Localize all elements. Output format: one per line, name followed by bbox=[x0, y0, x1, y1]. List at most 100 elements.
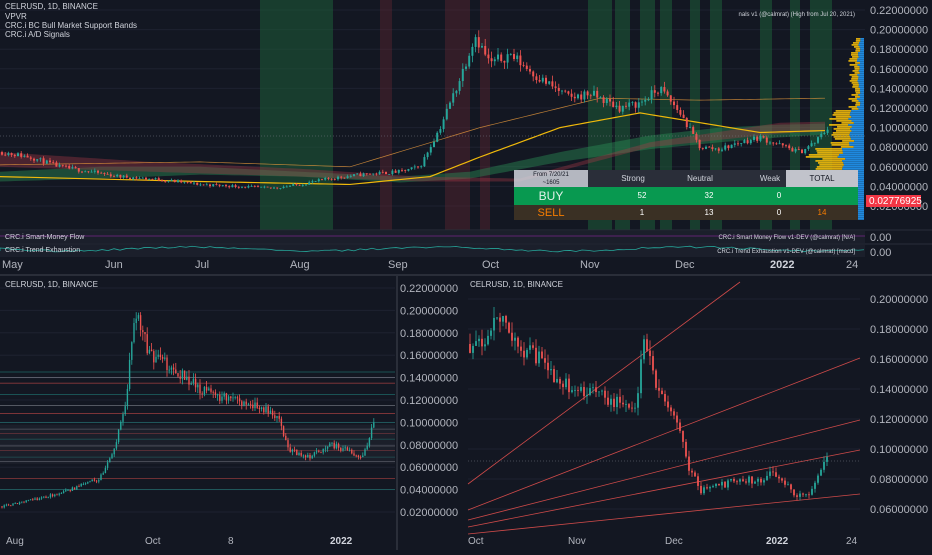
br-candle-66 bbox=[667, 401, 669, 408]
main-candle-104 bbox=[333, 179, 336, 180]
br-candle-55 bbox=[634, 407, 636, 409]
main-candle-45 bbox=[145, 177, 147, 180]
bl-candle-98 bbox=[216, 394, 219, 396]
main-candle-159 bbox=[509, 54, 512, 55]
br-candle-108 bbox=[793, 489, 795, 496]
vp-bar-blue-80 bbox=[857, 80, 864, 82]
main-chart-panel[interactable]: From 7/20/21 ~1605 Strong Neutral Weak T… bbox=[0, 0, 932, 271]
main-candle-198 bbox=[634, 102, 637, 108]
br-candle-111 bbox=[802, 493, 804, 495]
main-candle-176 bbox=[564, 90, 567, 92]
bl-candle-163 bbox=[359, 457, 362, 458]
br-symbol-title[interactable]: CELRUSD, 1D, BINANCE bbox=[470, 280, 563, 289]
main-candle-6 bbox=[20, 153, 23, 157]
main-candle-185 bbox=[593, 90, 595, 96]
br-candle-14 bbox=[511, 332, 513, 341]
main-candle-69 bbox=[221, 185, 224, 186]
bl-candle-56 bbox=[124, 406, 126, 415]
br-time-tick-3: 2022 bbox=[766, 536, 789, 547]
main-candle-257 bbox=[823, 132, 826, 134]
bl-candle-67 bbox=[148, 349, 151, 354]
bl-symbol-title[interactable]: CELRUSD, 1D, BINANCE bbox=[5, 280, 98, 289]
main-candle-178 bbox=[570, 93, 573, 97]
bl-candle-38 bbox=[84, 483, 87, 485]
indicator-bull-bands[interactable]: CRC.i BC Bull Market Support Bands bbox=[5, 21, 137, 30]
main-candle-82 bbox=[263, 186, 266, 188]
bl-price-tick-1: 0.20000000 bbox=[400, 305, 458, 317]
indicator-vpvr[interactable]: VPVR bbox=[5, 12, 27, 21]
br-candle-20 bbox=[529, 345, 531, 350]
main-candle-127 bbox=[407, 169, 410, 171]
main-candle-92 bbox=[295, 184, 298, 185]
main-candle-41 bbox=[132, 177, 135, 180]
main-price-axis[interactable]: 0.22000000 0.20000000 0.18000000 0.16000000… bbox=[870, 5, 928, 213]
vp-bar-blue-50 bbox=[860, 50, 864, 52]
main-candle-59 bbox=[189, 182, 192, 184]
bl-candle-132 bbox=[291, 449, 294, 452]
bl-candle-76 bbox=[168, 369, 170, 371]
main-candle-214 bbox=[685, 118, 688, 128]
br-candle-115 bbox=[814, 482, 816, 489]
main-candle-141 bbox=[452, 93, 455, 103]
vp-bar-148 bbox=[815, 148, 843, 150]
ad-zone-15 bbox=[480, 0, 490, 230]
main-candle-248 bbox=[794, 149, 797, 152]
bl-candle-36 bbox=[80, 484, 82, 487]
bl-price-tick-0: 0.22000000 bbox=[400, 283, 458, 295]
bl-candle-22 bbox=[49, 494, 52, 498]
vp-bar-92 bbox=[855, 92, 861, 94]
main-candle-138 bbox=[442, 119, 445, 130]
pane2-right-label: CRC.i Trend Exhaustion v1-DEV (@calmrat)… bbox=[717, 249, 855, 255]
main-candle-249 bbox=[797, 149, 800, 150]
br-candle-87 bbox=[730, 478, 732, 481]
vp-bar-blue-122 bbox=[853, 122, 864, 124]
br-candle-113 bbox=[808, 494, 810, 496]
main-symbol-title[interactable]: CELRUSD, 1D, BINANCE bbox=[5, 2, 98, 11]
main-time-tick-6: Nov bbox=[580, 259, 600, 271]
main-candle-166 bbox=[532, 71, 535, 77]
br-candle-112 bbox=[805, 494, 807, 496]
main-candle-181 bbox=[580, 94, 583, 100]
vp-bar-blue-156 bbox=[837, 156, 864, 158]
table-buy-strong: 52 bbox=[638, 191, 647, 200]
trend-exhaustion-pane[interactable]: CRC.i Trend Exhaustion CRC.i Trend Exhau… bbox=[0, 245, 891, 259]
bl-candle-62 bbox=[137, 315, 140, 319]
bl-candle-15 bbox=[34, 498, 36, 500]
main-price-tick-1: 0.20000000 bbox=[870, 25, 928, 37]
indicator-ad-signals[interactable]: CRC.i A/D Signals bbox=[5, 30, 70, 39]
vp-bar-blue-40 bbox=[860, 40, 864, 42]
bl-candle-79 bbox=[175, 369, 177, 374]
bl-candle-148 bbox=[326, 446, 329, 449]
main-candle-18 bbox=[58, 164, 61, 167]
main-candle-156 bbox=[500, 54, 503, 61]
bl-candle-11 bbox=[25, 500, 27, 503]
main-candle-150 bbox=[481, 45, 483, 48]
bl-candle-108 bbox=[238, 398, 241, 402]
main-time-tick-7: Dec bbox=[675, 259, 695, 271]
br-candle-86 bbox=[727, 480, 729, 488]
bl-candle-86 bbox=[190, 383, 192, 385]
vp-bar-132 bbox=[832, 132, 850, 134]
bl-candle-117 bbox=[258, 407, 261, 409]
vp-bar-blue-72 bbox=[859, 72, 864, 74]
br-candle-48 bbox=[613, 398, 615, 408]
main-candle-22 bbox=[71, 167, 74, 169]
br-candle-63 bbox=[658, 387, 660, 391]
vp-bar-154 bbox=[808, 154, 840, 156]
main-candle-36 bbox=[116, 174, 119, 177]
bl-candle-17 bbox=[38, 498, 41, 500]
smart-money-pane[interactable]: CRC.i Smart-Money Flow CRC.i Smart Money… bbox=[0, 231, 891, 244]
br-candle-84 bbox=[721, 481, 723, 486]
main-candle-235 bbox=[753, 136, 755, 140]
bl-candle-63 bbox=[139, 315, 142, 331]
vp-bar-blue-70 bbox=[858, 70, 864, 72]
bl-candle-9 bbox=[21, 501, 23, 503]
bl-candle-70 bbox=[155, 356, 157, 363]
main-candle-222 bbox=[711, 147, 714, 150]
main-candle-200 bbox=[641, 101, 643, 103]
main-candle-203 bbox=[650, 90, 653, 100]
br-candle-76 bbox=[697, 476, 699, 486]
main-candle-140 bbox=[449, 102, 451, 109]
br-candle-45 bbox=[604, 390, 606, 398]
main-candle-171 bbox=[548, 81, 551, 84]
